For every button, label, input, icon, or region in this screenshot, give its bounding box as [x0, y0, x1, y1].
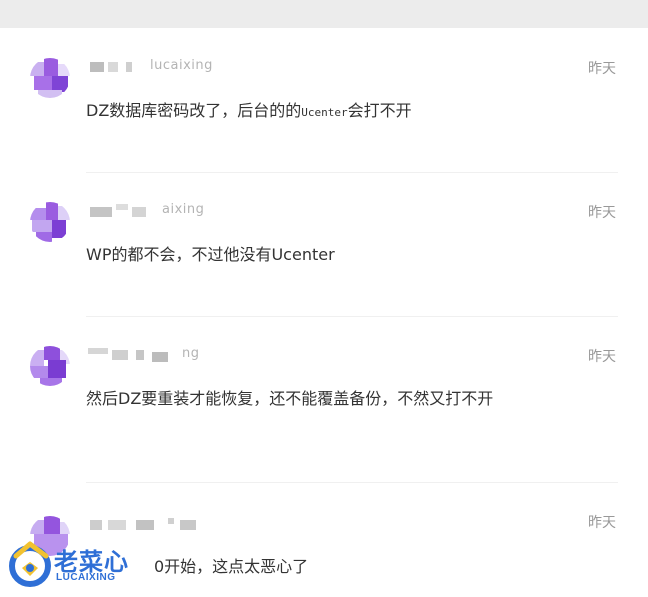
username-text: aixing — [162, 202, 205, 217]
user-avatar[interactable] — [30, 58, 70, 98]
watermark-subtitle: LUCAIXING — [56, 572, 116, 583]
user-avatar[interactable] — [30, 346, 70, 386]
comment-time: 昨天 — [588, 349, 616, 365]
username-text: ng — [182, 346, 200, 361]
divider — [86, 316, 618, 317]
username[interactable] — [86, 518, 226, 532]
comment-text: WP的都不会，不过他没有Ucenter — [86, 245, 335, 264]
watermark-logo: 老菜心 LUCAIXING — [8, 538, 153, 588]
username[interactable]: ng — [86, 346, 226, 362]
brand-logo-icon — [9, 541, 51, 587]
comment-time: 昨天 — [588, 61, 616, 77]
comment-text: 0开始，这点太恶心了 — [154, 557, 309, 576]
comment-time: 昨天 — [588, 515, 616, 531]
comment-text: DZ数据库密码改了，后台的的Ucenter会打不开 — [86, 101, 412, 120]
username-text: lucaixing — [150, 58, 213, 73]
comment-text: 然后DZ要重装才能恢复，还不能覆盖备份，不然又打不开 — [86, 389, 494, 408]
top-bar — [0, 0, 648, 28]
username[interactable]: lucaixing — [86, 58, 226, 74]
comment-time: 昨天 — [588, 205, 616, 221]
user-avatar[interactable] — [30, 202, 70, 242]
username[interactable]: aixing — [86, 202, 226, 218]
divider — [86, 482, 618, 483]
comment-feed: lucaixing 昨天 DZ数据库密码改了，后台的的Ucenter会打不开 a… — [0, 28, 648, 597]
divider — [86, 172, 618, 173]
